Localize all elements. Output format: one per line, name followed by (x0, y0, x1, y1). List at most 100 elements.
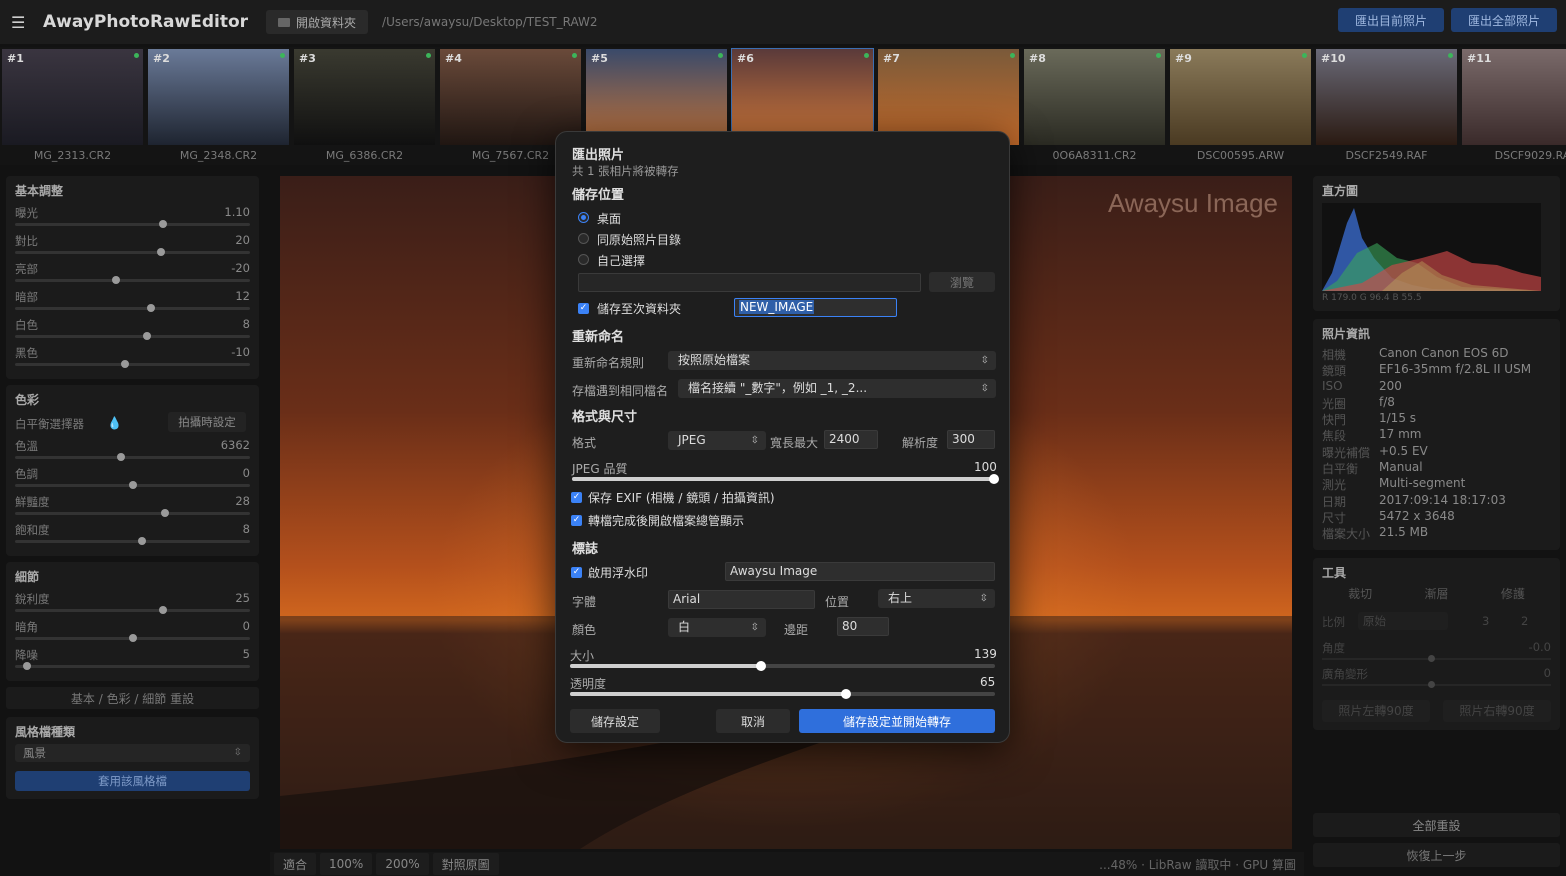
browse-button[interactable]: 瀏覽 (929, 272, 995, 292)
thumbnail[interactable]: #1 (2, 49, 143, 145)
thumbnail[interactable]: #11 (1462, 49, 1566, 145)
slider-track[interactable] (15, 307, 250, 310)
slider-knob[interactable] (128, 634, 137, 642)
subfolder-input[interactable]: NEW_IMAGE (734, 298, 897, 317)
slider-knob[interactable] (142, 332, 151, 340)
slider-track[interactable] (15, 456, 250, 459)
opacity-slider[interactable] (570, 689, 995, 699)
slider-track[interactable] (15, 512, 250, 515)
radio-custom[interactable] (578, 254, 589, 265)
slider-knob[interactable] (116, 453, 125, 461)
export-current-button[interactable]: 匯出目前照片 (1338, 8, 1444, 32)
slider-track[interactable] (15, 540, 250, 543)
tab-heal[interactable]: 修護 (1501, 585, 1525, 602)
angle-knob[interactable] (1428, 654, 1435, 662)
custom-path-input[interactable] (578, 273, 921, 292)
slider-knob[interactable] (147, 304, 156, 312)
slider-knob[interactable] (121, 360, 130, 368)
color-select[interactable]: 白 ⇳ (668, 618, 766, 637)
duplicate-name-select[interactable]: 檔名接續 "_數字"，例如 _1, _2... ⇳ (678, 379, 996, 398)
save-and-start-button[interactable]: 儲存設定並開始轉存 (799, 709, 995, 733)
distort-knob[interactable] (1428, 680, 1435, 688)
slider-track[interactable] (15, 279, 250, 282)
reset-all-button[interactable]: 全部重設 (1313, 813, 1560, 837)
slider-track[interactable] (15, 223, 250, 226)
watermark-checkbox[interactable]: ✓ (571, 567, 582, 578)
ratio-select[interactable]: 原始 (1358, 611, 1448, 630)
quality-slider-knob[interactable] (989, 474, 999, 484)
open-folder-button[interactable]: 開啟資料夾 (266, 10, 369, 34)
opacity-slider-knob[interactable] (841, 689, 852, 699)
undo-button[interactable]: 恢復上一步 (1313, 843, 1560, 867)
ratio-height[interactable]: 2 (1521, 614, 1528, 628)
position-select[interactable]: 右上 ⇳ (878, 589, 995, 608)
panel-title: 細節 (15, 570, 40, 584)
info-key: 測光 (1322, 478, 1347, 493)
open-finder-checkbox[interactable]: ✓ (571, 515, 582, 526)
zoom-fit-button[interactable]: 適合 (274, 853, 317, 875)
thumbnail[interactable]: #10 (1316, 49, 1457, 145)
slider-knob[interactable] (112, 276, 121, 284)
slider-knob[interactable] (128, 481, 137, 489)
hamburger-menu-icon[interactable]: ☰ (11, 13, 27, 32)
thumbnail[interactable]: #3 (294, 49, 435, 145)
angle-track[interactable] (1322, 657, 1551, 660)
zoom-200-button[interactable]: 200% (376, 853, 429, 875)
size-slider[interactable] (570, 661, 995, 671)
font-input[interactable]: Arial (668, 590, 815, 609)
as-shot-button[interactable]: 拍攝時設定 (168, 412, 246, 432)
rotate-right-button[interactable]: 照片右轉90度 (1443, 699, 1551, 722)
thumbnail-filename: DSCF2549.RAF (1345, 149, 1428, 162)
save-settings-button[interactable]: 儲存設定 (570, 709, 660, 733)
quality-slider[interactable] (572, 474, 999, 484)
slider-row: 對比 20 (15, 231, 250, 259)
thumbnail[interactable]: #2 (148, 49, 289, 145)
quality-label: JPEG 品質 (572, 462, 628, 476)
slider-knob[interactable] (159, 606, 168, 614)
thumbnail-filename: DSCF9029.RA (1494, 149, 1566, 162)
thumbnail[interactable]: #4 (440, 49, 581, 145)
export-all-button[interactable]: 匯出全部照片 (1451, 8, 1557, 32)
chevron-updown-icon: ⇳ (979, 593, 988, 604)
tab-crop[interactable]: 裁切 (1348, 585, 1372, 602)
slider-knob[interactable] (137, 537, 146, 545)
size-slider-knob[interactable] (756, 661, 767, 671)
style-select[interactable]: 風景 ⇳ (15, 744, 250, 762)
cancel-button[interactable]: 取消 (716, 709, 790, 733)
subfolder-checkbox[interactable]: ✓ (578, 303, 589, 314)
watermark-text-input[interactable]: Awaysu Image (725, 562, 995, 581)
slider-knob[interactable] (22, 662, 31, 670)
slider-label: 對比 (15, 234, 38, 248)
apply-style-button[interactable]: 套用該風格檔 (15, 771, 250, 791)
eyedropper-icon[interactable]: 💧 (107, 416, 122, 430)
thumbnail[interactable]: #8 (1024, 49, 1165, 145)
slider-track[interactable] (15, 335, 250, 338)
ratio-label: 比例 (1322, 614, 1345, 629)
slider-knob[interactable] (161, 509, 170, 517)
format-select[interactable]: JPEG ⇳ (668, 431, 766, 450)
slider-track[interactable] (15, 609, 250, 612)
slider-knob[interactable] (159, 220, 168, 228)
basic-color-detail-reset-button[interactable]: 基本 / 色彩 / 細節 重設 (6, 687, 259, 709)
slider-track[interactable] (15, 251, 250, 254)
compare-original-button[interactable]: 對照原圖 (432, 853, 499, 875)
slider-track[interactable] (15, 363, 250, 366)
keep-exif-checkbox[interactable]: ✓ (571, 492, 582, 503)
tab-gradient[interactable]: 漸層 (1424, 585, 1448, 602)
thumbnail[interactable]: #9 (1170, 49, 1311, 145)
rename-rule-select[interactable]: 按照原始檔案 ⇳ (668, 351, 996, 370)
radio-same-dir[interactable] (578, 233, 589, 244)
zoom-100-button[interactable]: 100% (320, 853, 373, 875)
radio-desktop[interactable] (578, 212, 589, 223)
slider-track[interactable] (15, 665, 250, 668)
slider-knob[interactable] (156, 248, 165, 256)
distort-track[interactable] (1322, 683, 1551, 686)
resolution-input[interactable]: 300 (947, 430, 995, 449)
rotate-left-button[interactable]: 照片左轉90度 (1322, 699, 1430, 722)
long-edge-input[interactable]: 2400 (824, 430, 878, 449)
radio-desktop-label: 桌面 (597, 212, 622, 226)
quality-slider-fill (572, 477, 994, 481)
slider-value: 12 (235, 289, 250, 303)
ratio-width[interactable]: 3 (1482, 614, 1489, 628)
margin-input[interactable]: 80 (837, 617, 889, 636)
